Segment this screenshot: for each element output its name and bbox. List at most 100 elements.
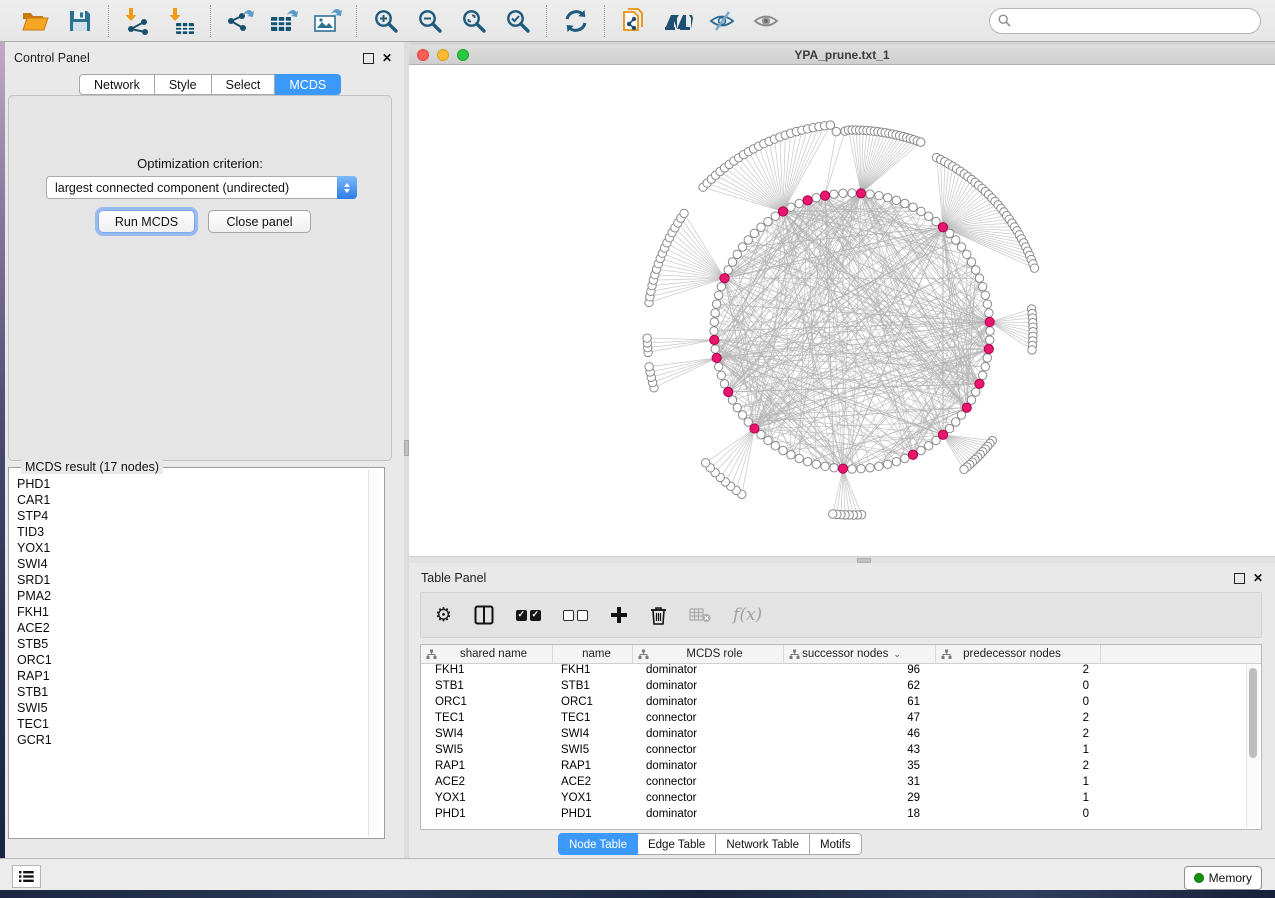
import-network-icon[interactable] [122,5,154,37]
tab-select[interactable]: Select [212,74,276,95]
tab-motifs[interactable]: Motifs [810,833,862,855]
table-cell[interactable]: ACE2 [421,776,553,792]
create-column-plus-icon[interactable] [610,600,628,630]
mcds-result-item[interactable]: CAR1 [17,492,368,508]
table-cell[interactable]: SWI5 [553,744,633,760]
column-header-name[interactable]: name [553,645,633,663]
mcds-result-item[interactable]: SWI5 [17,700,368,716]
table-scrollbar[interactable] [1246,665,1259,827]
table-cell[interactable]: STB1 [553,680,633,696]
hide-selected-eye-icon[interactable] [706,5,738,37]
mcds-result-item[interactable]: YOX1 [17,540,368,556]
deselect-all-icon[interactable] [563,600,588,630]
table-cell[interactable]: 0 [936,808,1101,824]
table-cell[interactable]: dominator [633,808,784,824]
table-cell[interactable]: SWI4 [553,728,633,744]
mcds-result-item[interactable]: ACE2 [17,620,368,636]
run-mcds-button[interactable]: Run MCDS [98,210,195,233]
table-cell[interactable]: connector [633,776,784,792]
zoom-fit-icon[interactable] [458,5,490,37]
table-cell[interactable]: 31 [784,776,936,792]
table-cell[interactable]: dominator [633,760,784,776]
table-cell[interactable]: 61 [784,696,936,712]
refresh-view-icon[interactable] [560,5,592,37]
table-cell[interactable]: dominator [633,664,784,680]
table-cell[interactable]: SWI4 [421,728,553,744]
table-row[interactable]: STB1STB1dominator620 [421,680,1261,696]
table-cell[interactable]: ACE2 [553,776,633,792]
table-cell[interactable]: PHD1 [553,808,633,824]
search-binoculars-icon[interactable] [662,5,694,37]
table-cell[interactable]: FKH1 [421,664,553,680]
mcds-result-item[interactable]: ORC1 [17,652,368,668]
table-settings-gear-icon[interactable]: ⚙ [435,600,452,630]
network-search-box[interactable] [989,8,1261,34]
export-image-icon[interactable] [312,5,344,37]
table-cell[interactable]: connector [633,792,784,808]
table-cell[interactable]: 18 [784,808,936,824]
float-table-panel-icon[interactable] [1234,573,1245,584]
table-cell[interactable]: 96 [784,664,936,680]
table-cell[interactable]: 2 [936,664,1101,680]
zoom-selected-icon[interactable] [502,5,534,37]
table-cell[interactable]: 0 [936,680,1101,696]
table-cell[interactable]: 1 [936,744,1101,760]
table-cell[interactable]: 2 [936,728,1101,744]
table-row[interactable]: TEC1TEC1connector472 [421,712,1261,728]
table-cell[interactable]: 1 [936,792,1101,808]
zoom-out-icon[interactable] [414,5,446,37]
select-all-icon[interactable] [516,600,541,630]
tab-network-table[interactable]: Network Table [716,833,810,855]
close-table-panel-icon[interactable]: ✕ [1253,573,1263,583]
tab-mcds[interactable]: MCDS [275,74,341,95]
table-cell[interactable]: dominator [633,680,784,696]
mcds-result-item[interactable]: SWI4 [17,556,368,572]
zoom-in-icon[interactable] [370,5,402,37]
table-cell[interactable]: 2 [936,712,1101,728]
table-cell[interactable]: ORC1 [421,696,553,712]
table-cell[interactable]: 62 [784,680,936,696]
task-history-button[interactable] [12,865,41,888]
table-cell[interactable]: YOX1 [553,792,633,808]
float-panel-icon[interactable] [363,53,374,64]
table-cell[interactable]: SWI5 [421,744,553,760]
close-panel-icon[interactable]: ✕ [382,53,392,63]
table-cell[interactable]: 2 [936,760,1101,776]
table-cell[interactable]: STB1 [421,680,553,696]
table-cell[interactable]: 47 [784,712,936,728]
table-row[interactable]: SWI5SWI5connector431 [421,744,1261,760]
table-scrollbar-thumb[interactable] [1249,668,1257,758]
table-cell[interactable]: ORC1 [553,696,633,712]
table-row[interactable]: SWI4SWI4dominator462 [421,728,1261,744]
table-cell[interactable]: TEC1 [553,712,633,728]
table-cell[interactable]: TEC1 [421,712,553,728]
table-cell[interactable]: connector [633,744,784,760]
import-table-icon[interactable] [166,5,198,37]
mcds-result-item[interactable]: STB1 [17,684,368,700]
memory-button[interactable]: Memory [1184,866,1262,890]
mcds-result-list[interactable]: PHD1CAR1STP4TID3YOX1SWI4SRD1PMA2FKH1ACE2… [11,476,368,836]
table-cell[interactable]: connector [633,712,784,728]
table-row[interactable]: FKH1FKH1dominator962 [421,664,1261,680]
table-cell[interactable]: 35 [784,760,936,776]
table-cell[interactable]: 46 [784,728,936,744]
criterion-select[interactable]: largest connected component (undirected) [46,176,357,199]
table-cell[interactable]: 1 [936,776,1101,792]
table-cell[interactable]: PHD1 [421,808,553,824]
table-cell[interactable]: 0 [936,696,1101,712]
table-cell[interactable]: 43 [784,744,936,760]
table-cell[interactable]: YOX1 [421,792,553,808]
mcds-result-item[interactable]: GCR1 [17,732,368,748]
close-panel-button[interactable]: Close panel [208,210,311,233]
network-window-titlebar[interactable]: YPA_prune.txt_1 [409,45,1275,65]
export-network-icon[interactable] [224,5,256,37]
table-row[interactable]: PHD1PHD1dominator180 [421,808,1261,824]
mcds-result-item[interactable]: TID3 [17,524,368,540]
table-cell[interactable]: 29 [784,792,936,808]
table-row[interactable]: YOX1YOX1connector291 [421,792,1261,808]
column-header-shared-name[interactable]: shared name [421,645,553,663]
mcds-result-item[interactable]: FKH1 [17,604,368,620]
table-cell[interactable]: dominator [633,696,784,712]
mcds-result-item[interactable]: STP4 [17,508,368,524]
mcds-result-item[interactable]: TEC1 [17,716,368,732]
